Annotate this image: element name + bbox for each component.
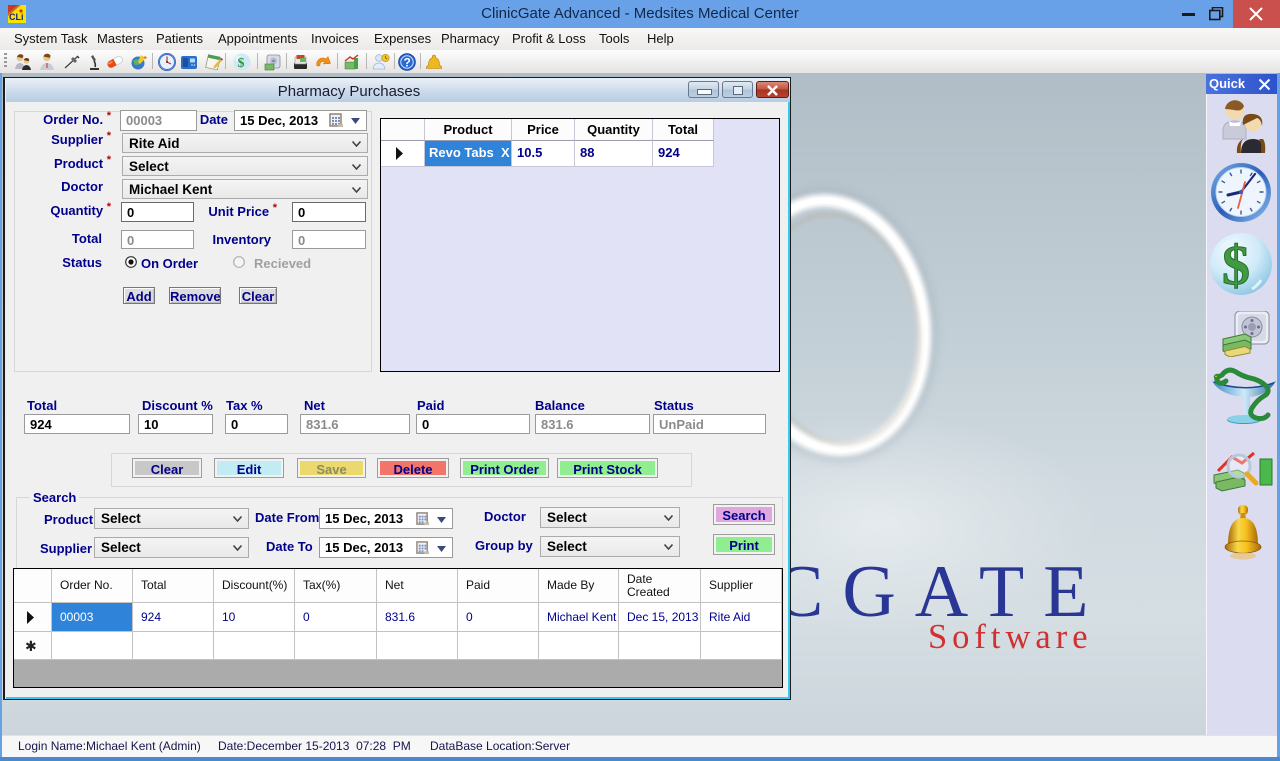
svg-text:?: ? <box>404 56 411 70</box>
svg-text:Software: Software <box>928 618 1093 656</box>
svg-text:$: $ <box>1222 235 1250 297</box>
svg-text:$: $ <box>238 56 245 71</box>
